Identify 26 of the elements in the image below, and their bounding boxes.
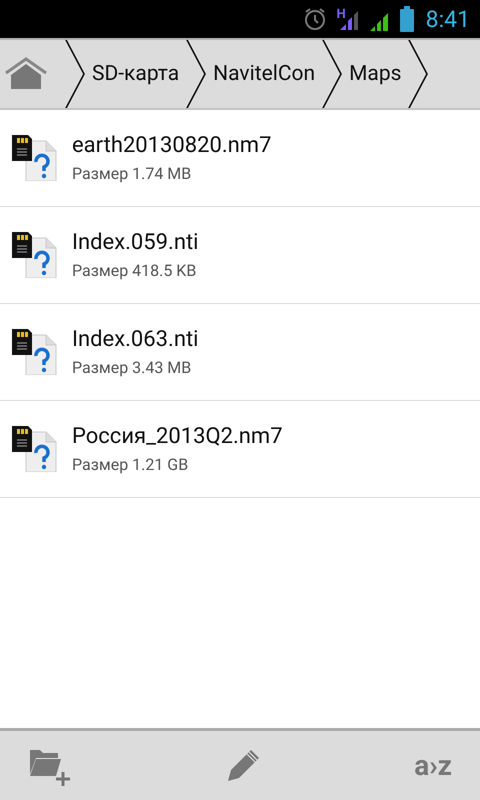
file-row[interactable]: earth20130820.nm7 Размер 1.74 MB <box>0 110 480 207</box>
unknown-file-icon <box>12 232 58 278</box>
file-row[interactable]: Index.063.nti Размер 3.43 MB <box>0 304 480 401</box>
file-size: Размер 1.74 MB <box>72 164 192 183</box>
chevron-separator-icon <box>321 40 344 108</box>
battery-icon <box>400 6 414 32</box>
file-size: Размер 3.43 MB <box>72 358 192 377</box>
file-row[interactable]: Index.059.nti Размер 418.5 KB <box>0 207 480 304</box>
file-name: earth20130820.nm7 <box>72 133 272 158</box>
file-size: Размер 1.21 GB <box>72 455 190 474</box>
breadcrumb-item[interactable]: NavitelCon <box>209 62 320 86</box>
chevron-separator-icon <box>64 40 86 108</box>
network-type: H <box>336 8 346 21</box>
file-size: Размер 418.5 KB <box>72 261 198 280</box>
file-name: Index.063.nti <box>72 327 199 352</box>
breadcrumb-item[interactable]: Maps <box>345 62 406 86</box>
unknown-file-icon <box>12 426 58 472</box>
chevron-separator-icon <box>185 40 208 108</box>
clock-time: 8:41 <box>426 6 470 32</box>
breadcrumb-item[interactable]: SD-карта <box>88 62 184 86</box>
chevron-separator-icon <box>407 40 430 108</box>
file-name: Россия_2013Q2.nm7 <box>72 424 283 449</box>
file-name: Index.059.nti <box>72 230 199 255</box>
file-row[interactable]: Россия_2013Q2.nm7 Размер 1.21 GB <box>0 401 480 498</box>
unknown-file-icon <box>12 329 58 375</box>
unknown-file-icon <box>12 135 58 181</box>
